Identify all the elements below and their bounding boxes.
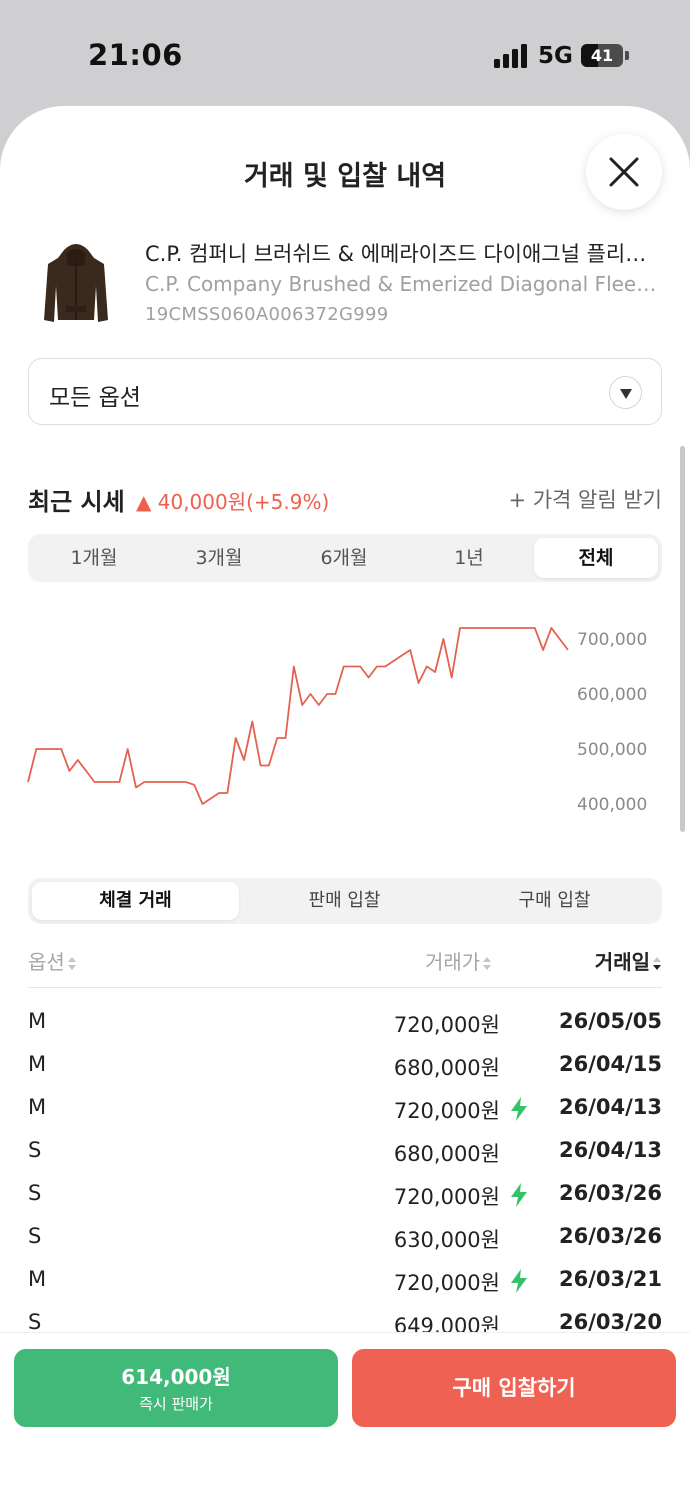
product-thumbnail (28, 236, 124, 326)
instant-sell-label: 즉시 판매가 (139, 1395, 213, 1413)
trade-table-body: M 720,000원 26/05/05 M 680,000원 26/04/15 M 720,0… (28, 1002, 662, 1346)
row-date: 26/04/15 (558, 1052, 662, 1076)
tab-sell-bids[interactable]: 판매 입찰 (241, 882, 448, 920)
row-date: 26/03/26 (558, 1224, 662, 1248)
y-tick-label: 500,000 (577, 740, 647, 760)
product-code: 19CMSS060A006372G999 (145, 304, 389, 325)
price-line (27, 627, 569, 805)
row-option: S (28, 1224, 42, 1248)
column-date[interactable]: 거래일 (595, 946, 662, 975)
option-select[interactable]: 모든 옵션 (28, 358, 662, 425)
bottom-action-bar: 614,000원 즉시 판매가 구매 입찰하기 (0, 1332, 690, 1500)
row-option: M (28, 1095, 47, 1119)
trade-history-sheet: 거래 및 입찰 내역 C.P. 컴퍼니 브러쉬드 & 에메라이즈드 다이애그널 … (0, 106, 690, 1500)
scrollbar[interactable] (680, 446, 685, 832)
table-row: S 720,000원 26/03/26 (28, 1174, 662, 1217)
row-option: S (28, 1181, 42, 1205)
battery-level-text: 41 (590, 46, 614, 65)
product-name: C.P. 컴퍼니 브러쉬드 & 에메라이즈드 다이애그널 플리스 후드 자켓 브… (145, 242, 665, 266)
column-price-label: 거래가 (425, 950, 481, 974)
tab-period-3months[interactable]: 3개월 (157, 538, 281, 578)
battery-icon: 41 (581, 44, 623, 67)
chevron-down-icon (609, 376, 642, 409)
product-summary[interactable]: C.P. 컴퍼니 브러쉬드 & 에메라이즈드 다이애그널 플리스 후드 자켓 브… (28, 232, 668, 328)
network-label: 5G (538, 43, 573, 69)
sort-desc-icon (652, 956, 662, 971)
status-bar: 21:06 5G 41 (0, 0, 690, 106)
price-alert-button[interactable]: + 가격 알림 받기 (508, 484, 662, 514)
row-date: 26/04/13 (558, 1095, 662, 1119)
tab-completed-trades[interactable]: 체결 거래 (32, 882, 239, 920)
period-tabs: 1개월 3개월 6개월 1년 전체 (28, 534, 662, 582)
trade-tabs: 체결 거래 판매 입찰 구매 입찰 (28, 878, 662, 924)
row-option: S (28, 1138, 42, 1162)
market-price-title: 최근 시세 (28, 488, 125, 516)
market-price-change: ▲ 40,000원(+5.9%) (136, 490, 330, 514)
row-price: 720,000원 (393, 1099, 500, 1123)
tab-period-1year[interactable]: 1년 (407, 538, 531, 578)
row-price: 680,000원 (393, 1056, 500, 1080)
row-price: 720,000원 (393, 1185, 500, 1209)
row-option: M (28, 1267, 47, 1291)
close-icon (609, 157, 639, 187)
table-row: S 680,000원 26/04/13 (28, 1131, 662, 1174)
column-option[interactable]: 옵션 (28, 946, 77, 975)
row-price: 720,000원 (393, 1271, 500, 1295)
lightning-icon (511, 1269, 527, 1293)
buy-bid-button[interactable]: 구매 입찰하기 (352, 1349, 676, 1427)
instant-sell-button[interactable]: 614,000원 즉시 판매가 (14, 1349, 338, 1427)
y-tick-label: 600,000 (577, 685, 647, 705)
lightning-icon (511, 1097, 527, 1121)
table-row: S 630,000원 26/03/26 (28, 1217, 662, 1260)
y-tick-label: 700,000 (577, 630, 647, 650)
row-date: 26/03/21 (558, 1267, 662, 1291)
trade-table-header: 옵션 거래가 거래일 (28, 940, 662, 988)
column-date-label: 거래일 (594, 950, 650, 974)
y-tick-label: 400,000 (577, 795, 647, 815)
sort-icon (67, 956, 77, 971)
row-option: M (28, 1052, 47, 1076)
status-time: 21:06 (88, 38, 183, 72)
tab-buy-bids[interactable]: 구매 입찰 (451, 882, 658, 920)
row-option: M (28, 1009, 47, 1033)
table-row: M 720,000원 26/03/21 (28, 1260, 662, 1303)
product-name-english: C.P. Company Brushed & Emerized Diagonal… (145, 272, 665, 296)
tab-period-6months[interactable]: 6개월 (282, 538, 406, 578)
sort-icon (482, 956, 492, 971)
row-date: 26/03/20 (558, 1310, 662, 1334)
instant-sell-price: 614,000원 (121, 1365, 231, 1389)
row-option: S (28, 1310, 42, 1334)
row-date: 26/05/05 (558, 1009, 662, 1033)
table-row: M 720,000원 26/04/13 (28, 1088, 662, 1131)
table-row: M 720,000원 26/05/05 (28, 1002, 662, 1045)
row-price: 630,000원 (393, 1228, 500, 1252)
price-chart[interactable]: 700,000 600,000 500,000 400,000 (0, 606, 690, 826)
tab-period-all[interactable]: 전체 (534, 538, 658, 578)
row-price: 680,000원 (393, 1142, 500, 1166)
column-price[interactable]: 거래가 (425, 946, 492, 975)
row-date: 26/04/13 (558, 1138, 662, 1162)
option-select-value: 모든 옵션 (49, 385, 141, 411)
row-date: 26/03/26 (558, 1181, 662, 1205)
battery-tip (625, 51, 629, 60)
tab-period-1month[interactable]: 1개월 (32, 538, 156, 578)
close-button[interactable] (586, 134, 662, 210)
signal-icon (494, 44, 528, 68)
lightning-icon (511, 1183, 527, 1207)
row-price: 720,000원 (393, 1013, 500, 1037)
column-option-label: 옵션 (28, 950, 65, 974)
table-row: M 680,000원 26/04/15 (28, 1045, 662, 1088)
